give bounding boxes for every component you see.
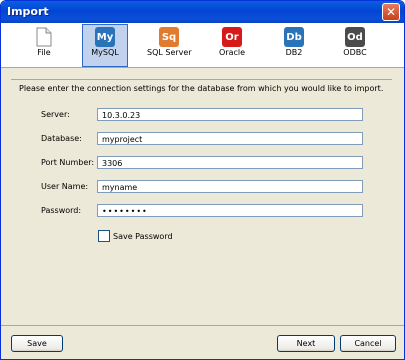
bottom-separator [1, 325, 404, 326]
password-label: Password: [41, 206, 82, 215]
close-icon: ✕ [385, 5, 397, 19]
import-dialog: Import ✕ File My MySQL Sq SQL Server Or … [0, 0, 405, 360]
tool-db2-label: DB2 [285, 48, 303, 57]
port-number-label: Port Number: [41, 158, 95, 167]
save-password-option[interactable]: Save Password [98, 230, 173, 242]
tool-oracle[interactable]: Or Oracle [210, 25, 254, 65]
db2-icon: Db [284, 27, 304, 47]
sqlserver-icon: Sq [159, 27, 179, 47]
source-type-toolbar: File My MySQL Sq SQL Server Or Oracle Db… [1, 23, 404, 68]
save-button[interactable]: Save [11, 335, 63, 352]
title-bar[interactable]: Import ✕ [1, 1, 404, 23]
tool-db2[interactable]: Db DB2 [272, 25, 316, 65]
server-field[interactable]: 10.3.0.23 [97, 108, 363, 121]
tool-odbc[interactable]: Od ODBC [333, 25, 377, 65]
odbc-icon: Od [345, 27, 365, 47]
tool-sqlserver[interactable]: Sq SQL Server [147, 25, 192, 65]
close-button[interactable]: ✕ [382, 3, 400, 21]
tool-sqlserver-label: SQL Server [147, 48, 192, 57]
tool-mysql[interactable]: My MySQL [82, 24, 128, 67]
database-label: Database: [41, 134, 82, 143]
username-label: User Name: [41, 182, 89, 191]
file-icon [36, 27, 52, 47]
save-password-label: Save Password [113, 231, 173, 241]
password-field[interactable]: •••••••• [97, 204, 363, 217]
tool-file[interactable]: File [22, 25, 66, 65]
connection-settings-panel: Please enter the connection settings for… [11, 79, 392, 326]
port-number-field[interactable]: 3306 [97, 156, 363, 169]
mysql-icon: My [95, 27, 115, 47]
save-password-checkbox[interactable] [98, 230, 110, 242]
database-field[interactable]: myproject [97, 132, 363, 145]
cancel-button[interactable]: Cancel [340, 335, 396, 352]
oracle-icon: Or [222, 27, 242, 47]
tool-oracle-label: Oracle [218, 48, 246, 57]
server-label: Server: [41, 110, 70, 119]
window-title: Import [7, 5, 49, 18]
intro-text: Please enter the connection settings for… [19, 84, 384, 93]
username-field[interactable]: myname [97, 180, 363, 193]
next-button[interactable]: Next [277, 335, 335, 352]
tool-odbc-label: ODBC [343, 48, 367, 57]
tool-mysql-label: MySQL [91, 48, 119, 57]
tool-file-label: File [37, 48, 51, 57]
